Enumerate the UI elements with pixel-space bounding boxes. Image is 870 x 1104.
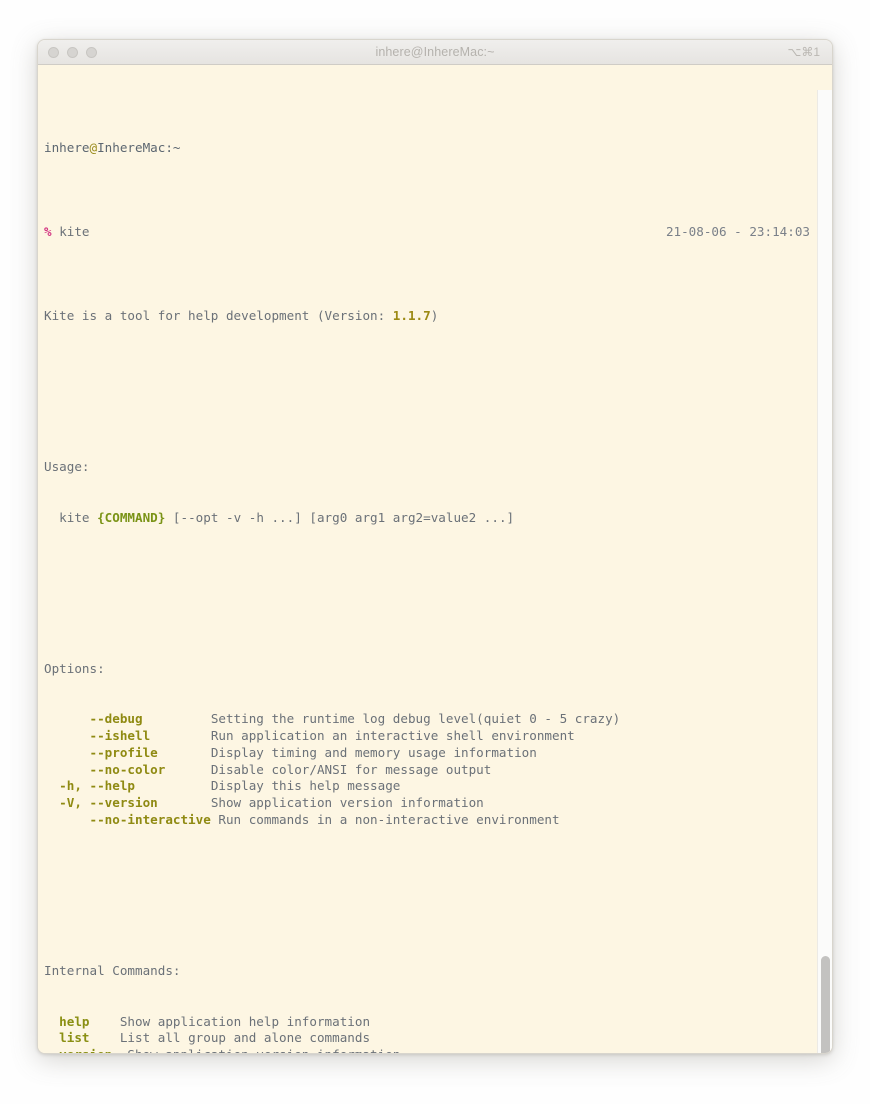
zoom-button-icon[interactable] (86, 46, 97, 58)
close-button-icon[interactable] (48, 46, 59, 58)
option-description: Run application an interactive shell env… (210, 728, 575, 744)
option-flags: --profile (44, 744, 211, 760)
prompt-line: inhere@InhereMac:~ (44, 140, 832, 157)
terminal-body[interactable]: inhere@InhereMac:~ % kite 21-08-06 - 23:1… (38, 65, 832, 1053)
option-description: Show application version information (210, 795, 484, 811)
option-flags: --debug (44, 711, 211, 727)
option-row: --no-interactive Run commands in a non-i… (44, 812, 832, 829)
option-flags: --ishell (44, 728, 211, 744)
options-list: --debug Setting the runtime log debug le… (44, 711, 832, 829)
window-titlebar[interactable]: inhere@InhereMac:~ ⌥⌘1 (38, 40, 832, 65)
options-heading: Options: (44, 660, 105, 676)
minimize-button-icon[interactable] (67, 46, 78, 58)
command-line: % kite 21-08-06 - 23:14:03 (44, 224, 832, 241)
option-flags: -h, --help (44, 778, 211, 794)
terminal-scrollbar-thumb[interactable] (821, 956, 830, 1053)
window-controls (48, 46, 97, 58)
option-row: -h, --help Display this help message (44, 778, 832, 795)
option-row: --ishell Run application an interactive … (44, 728, 832, 745)
internal-command-name: help (44, 1013, 113, 1029)
usage-binary: kite (44, 509, 98, 525)
internal-command-description: Show application version information (112, 1047, 400, 1053)
usage-heading: Usage: (44, 459, 90, 475)
screen: inhere@InhereMac:~ ⌥⌘1 inhere@InhereMac:… (0, 0, 870, 1104)
terminal-output: inhere@InhereMac:~ % kite 21-08-06 - 23:1… (38, 73, 832, 1053)
internal-command-row: version Show application version informa… (44, 1047, 832, 1053)
usage-rest: [--opt -v -h ...] [arg0 arg1 arg2=value2… (165, 509, 515, 525)
internal-command-row: help Show application help information (44, 1014, 832, 1031)
command-timestamp: 21-08-06 - 23:14:03 (665, 224, 810, 240)
option-flags: --no-color (44, 761, 211, 777)
option-flags: -V, --version (44, 795, 211, 811)
terminal-scrollbar-track[interactable] (817, 90, 832, 1053)
option-description: Disable color/ANSI for message output (210, 761, 492, 777)
intro-text-before: Kite is a tool for help development (Ver… (44, 308, 393, 324)
option-row: -V, --version Show application version i… (44, 795, 832, 812)
option-row: --no-color Disable color/ANSI for messag… (44, 762, 832, 779)
option-description: Display this help message (210, 778, 401, 794)
typed-command: kite (59, 224, 90, 240)
prompt-host: InhereMac:~ (97, 140, 181, 156)
internal-command-name: list (44, 1030, 113, 1046)
option-flags: --no-interactive (44, 812, 211, 828)
internal-commands-list: help Show application help information l… (44, 1014, 832, 1053)
internal-command-description: List all group and alone commands (112, 1030, 371, 1046)
prompt-symbol: % (44, 224, 52, 240)
option-description: Setting the runtime log debug level(quie… (210, 711, 621, 727)
version-number: 1.1.7 (392, 308, 431, 324)
internal-commands-heading: Internal Commands: (44, 963, 181, 979)
window-shortcut-hint: ⌥⌘1 (787, 45, 820, 59)
option-description: Display timing and memory usage informat… (210, 744, 537, 760)
terminal-window: inhere@InhereMac:~ ⌥⌘1 inhere@InhereMac:… (37, 39, 833, 1054)
prompt-at-symbol: @ (89, 140, 98, 156)
prompt-user: inhere (44, 140, 90, 156)
usage-command-token: {COMMAND} (97, 509, 166, 525)
internal-command-row: list List all group and alone commands (44, 1030, 832, 1047)
usage-line: kite {COMMAND} [--opt -v -h ...] [arg0 a… (44, 510, 832, 527)
internal-command-description: Show application help information (112, 1013, 371, 1029)
window-title: inhere@InhereMac:~ (375, 45, 495, 59)
intro-text-after: ) (430, 308, 439, 324)
option-description: Run commands in a non-interactive enviro… (210, 812, 560, 828)
option-row: --profile Display timing and memory usag… (44, 745, 832, 762)
option-row: --debug Setting the runtime log debug le… (44, 711, 832, 728)
intro-line: Kite is a tool for help development (Ver… (44, 308, 832, 325)
internal-command-name: version (44, 1047, 112, 1053)
